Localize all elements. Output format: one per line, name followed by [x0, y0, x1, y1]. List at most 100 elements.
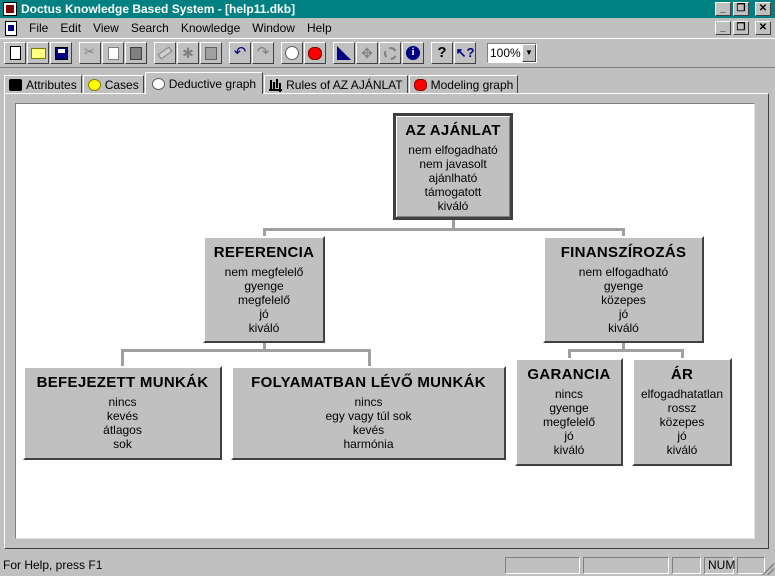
- node-value: jó: [677, 429, 687, 443]
- menu-knowledge[interactable]: Knowledge: [175, 21, 246, 35]
- menu-help[interactable]: Help: [301, 21, 338, 35]
- deductive-graph-icon: [151, 77, 165, 90]
- node-value: gyenge: [603, 279, 644, 293]
- redo-icon: ↷: [256, 44, 270, 61]
- graph-node-az-ajanlat[interactable]: AZ AJÁNLAT nem elfogadható nem javasolt …: [393, 113, 513, 220]
- open-button[interactable]: [27, 42, 49, 64]
- help-button[interactable]: ?: [431, 42, 453, 64]
- info-icon: i: [406, 46, 420, 60]
- node-value: nincs: [554, 387, 583, 401]
- tab-rules[interactable]: Rules of AZ AJÁNLAT: [264, 75, 408, 94]
- node-value: nem megfelelő: [224, 265, 304, 279]
- status-num: NUM: [704, 556, 735, 574]
- doc-restore-button[interactable]: ❐: [733, 21, 749, 35]
- node-title: BEFEJEZETT MUNKÁK: [36, 374, 209, 391]
- window-controls: _ ❐ ✕: [715, 2, 771, 16]
- eraser-button[interactable]: [154, 42, 176, 64]
- menu-window[interactable]: Window: [246, 21, 301, 35]
- page-icon: [205, 46, 217, 60]
- menu-view[interactable]: View: [87, 21, 125, 35]
- graph-node-folyamatban-levo-munkak[interactable]: FOLYAMATBAN LÉVŐ MUNKÁK nincs egy vagy t…: [231, 366, 506, 460]
- connector: [368, 349, 371, 366]
- maximize-button[interactable]: ❐: [733, 2, 749, 16]
- context-help-icon: ↖?: [455, 45, 475, 60]
- tab-cases[interactable]: Cases: [82, 75, 144, 94]
- copy-button[interactable]: [102, 42, 124, 64]
- app-icon[interactable]: [3, 2, 17, 16]
- window-title: Doctus Knowledge Based System - [help11.…: [21, 2, 296, 16]
- chevron-down-icon[interactable]: ▼: [522, 44, 536, 62]
- node-value: nincs: [354, 395, 383, 409]
- save-icon: [54, 46, 68, 60]
- graph-node-garancia[interactable]: GARANCIA nincs gyenge megfelelő jó kivál…: [515, 358, 623, 466]
- node-title: GARANCIA: [527, 366, 611, 383]
- node-value: nem javasolt: [419, 157, 487, 171]
- node-value: ajánlható: [428, 171, 478, 185]
- node-value: nem elfogadható: [408, 143, 498, 157]
- zoom-select[interactable]: 100% ▼: [487, 43, 537, 63]
- tab-modeling-graph[interactable]: Modeling graph: [408, 75, 519, 94]
- copy-icon: [107, 46, 119, 60]
- node-value: jó: [259, 307, 269, 321]
- cut-button[interactable]: [79, 42, 101, 64]
- node-title: AZ AJÁNLAT: [405, 122, 501, 139]
- connector: [263, 228, 624, 231]
- modeling-graph-icon: [413, 79, 427, 91]
- status-help-text: For Help, press F1: [3, 558, 103, 572]
- graph-node-befejezett-munkak[interactable]: BEFEJEZETT MUNKÁK nincs kevés átlagos so…: [23, 366, 222, 460]
- node-value: megfelelő: [542, 415, 596, 429]
- paste-button[interactable]: [125, 42, 147, 64]
- context-help-button[interactable]: ↖?: [454, 42, 476, 64]
- toolbar: ✱ ↶ ↷ ✥ i ? ↖? 100% ▼: [0, 38, 775, 68]
- asterisk-button[interactable]: ✱: [177, 42, 199, 64]
- node-value: közepes: [601, 293, 646, 307]
- document-window-controls: _ ❐ ✕: [715, 21, 771, 35]
- undo-button[interactable]: ↶: [229, 42, 251, 64]
- modeling-icon: [308, 46, 322, 60]
- tab-strip: Attributes Cases Deductive graph Rules o…: [4, 72, 519, 94]
- close-button[interactable]: ✕: [755, 2, 771, 16]
- new-button[interactable]: [4, 42, 26, 64]
- menu-file[interactable]: File: [23, 21, 54, 35]
- settings-button[interactable]: [379, 42, 401, 64]
- menu-edit[interactable]: Edit: [54, 21, 87, 35]
- deductive-button[interactable]: [333, 42, 355, 64]
- node-title: FOLYAMATBAN LÉVŐ MUNKÁK: [251, 374, 486, 391]
- case-icon: [285, 46, 299, 60]
- menu-search[interactable]: Search: [125, 21, 175, 35]
- case-button[interactable]: [281, 42, 303, 64]
- node-value: kevés: [352, 423, 385, 437]
- tab-label: Rules of AZ AJÁNLAT: [286, 78, 403, 92]
- save-button[interactable]: [50, 42, 72, 64]
- minimize-button[interactable]: _: [715, 2, 731, 16]
- modeling-button[interactable]: [304, 42, 326, 64]
- document-icon[interactable]: [3, 20, 19, 36]
- gear-icon: [383, 46, 397, 60]
- deductive-icon: [337, 46, 351, 60]
- graph-node-ar[interactable]: ÁR elfogadhatatlan rossz közepes jó kivá…: [632, 358, 732, 466]
- node-value: rossz: [667, 401, 697, 415]
- node-value: egy vagy túl sok: [325, 409, 412, 423]
- move-button[interactable]: ✥: [356, 42, 378, 64]
- graph-node-finanszirozas[interactable]: FINANSZÍROZÁS nem elfogadható gyenge köz…: [543, 236, 704, 343]
- node-value: kiváló: [437, 199, 469, 213]
- resize-grip-icon[interactable]: [762, 563, 774, 575]
- cases-icon: [87, 79, 101, 91]
- doc-close-button[interactable]: ✕: [755, 21, 771, 35]
- node-value: sok: [113, 437, 132, 451]
- node-title: REFERENCIA: [213, 244, 315, 261]
- graph-node-referencia[interactable]: REFERENCIA nem megfelelő gyenge megfelel…: [203, 236, 325, 343]
- node-value: kiváló: [608, 321, 639, 335]
- doc-minimize-button[interactable]: _: [715, 21, 731, 35]
- connector: [121, 349, 124, 366]
- node-value: jó: [564, 429, 574, 443]
- tab-deductive-graph[interactable]: Deductive graph: [144, 72, 264, 94]
- move-icon: ✥: [361, 45, 373, 61]
- open-icon: [30, 47, 46, 59]
- status-bar: For Help, press F1 NUM: [0, 554, 775, 576]
- redo-button[interactable]: ↷: [252, 42, 274, 64]
- info-button[interactable]: i: [402, 42, 424, 64]
- tab-attributes[interactable]: Attributes: [4, 75, 82, 94]
- node-value: átlagos: [103, 423, 142, 437]
- page-button[interactable]: [200, 42, 222, 64]
